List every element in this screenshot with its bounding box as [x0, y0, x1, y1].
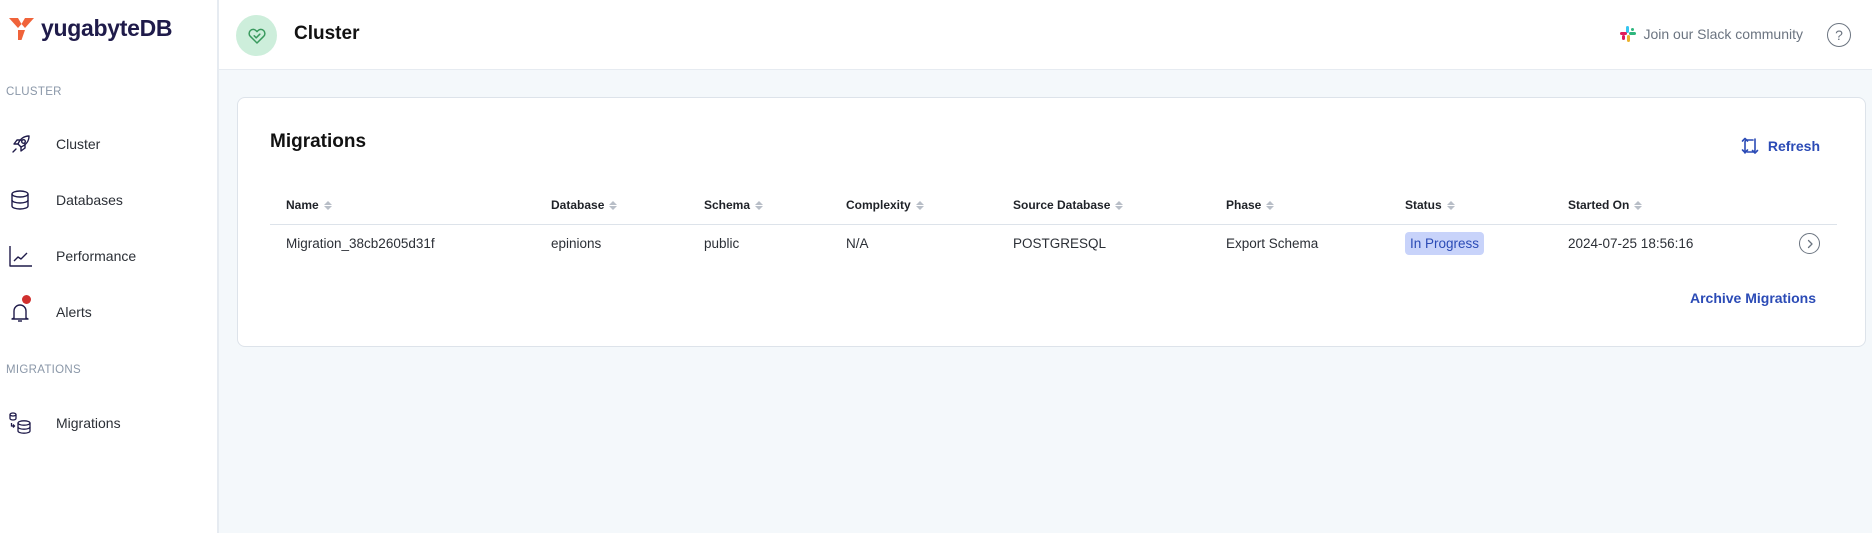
- column-label: Phase: [1226, 198, 1262, 212]
- column-header-database[interactable]: Database: [551, 198, 618, 212]
- sidebar-item-alerts[interactable]: Alerts: [0, 292, 217, 332]
- sort-icon: [1634, 200, 1643, 210]
- cell-database: epinions: [551, 236, 602, 251]
- column-header-phase[interactable]: Phase: [1226, 198, 1275, 212]
- slack-icon: [1620, 26, 1637, 42]
- sidebar-item-cluster[interactable]: Cluster: [0, 124, 217, 164]
- sort-icon: [323, 200, 332, 210]
- sort-icon: [1266, 200, 1275, 210]
- cell-complexity: N/A: [846, 236, 869, 251]
- slack-community-link[interactable]: Join our Slack community: [1620, 26, 1803, 42]
- yugabyte-logo-icon: [9, 17, 34, 40]
- column-header-source-database[interactable]: Source Database: [1013, 198, 1124, 212]
- sidebar-item-label: Alerts: [56, 304, 92, 320]
- column-header-started-on[interactable]: Started On: [1568, 198, 1643, 212]
- cell-schema: public: [704, 236, 740, 251]
- refresh-icon: [1741, 137, 1759, 154]
- cluster-health-badge: [236, 15, 277, 56]
- bell-icon: [11, 304, 29, 322]
- migration-icon: [9, 412, 31, 434]
- refresh-button[interactable]: Refresh: [1740, 136, 1820, 156]
- refresh-label: Refresh: [1767, 138, 1820, 154]
- column-header-schema[interactable]: Schema: [704, 198, 764, 212]
- column-header-complexity[interactable]: Complexity: [846, 198, 924, 212]
- database-icon: [11, 190, 29, 210]
- sidebar-item-databases[interactable]: Databases: [0, 180, 217, 220]
- sort-icon: [755, 200, 764, 210]
- column-header-status[interactable]: Status: [1405, 198, 1455, 212]
- card-title: Migrations: [270, 131, 367, 152]
- help-button[interactable]: ?: [1827, 23, 1851, 47]
- column-label: Complexity: [846, 198, 911, 212]
- table-row[interactable]: Migration_38cb2605d31f epinions public N…: [270, 225, 1837, 265]
- migrations-card: Migrations Refresh Name Database Schema …: [237, 97, 1866, 347]
- column-label: Schema: [704, 198, 751, 212]
- sidebar-item-migrations[interactable]: Migrations: [0, 403, 217, 443]
- notification-dot: [22, 295, 31, 304]
- column-header-name[interactable]: Name: [286, 198, 332, 212]
- cell-name: Migration_38cb2605d31f: [286, 236, 435, 251]
- cell-phase: Export Schema: [1226, 236, 1319, 251]
- column-label: Name: [286, 198, 319, 212]
- sort-icon: [609, 200, 618, 210]
- rocket-icon: [12, 135, 30, 153]
- logo[interactable]: yugabyteDB: [9, 15, 173, 42]
- cell-started-on: 2024-07-25 18:56:16: [1568, 236, 1694, 251]
- sidebar-item-label: Migrations: [56, 415, 121, 431]
- brand-name: yugabyteDB: [41, 15, 173, 41]
- section-label-cluster: CLUSTER: [6, 86, 62, 98]
- chevron-right-icon: [1807, 239, 1813, 248]
- row-details-button[interactable]: [1799, 233, 1820, 254]
- slack-link-label: Join our Slack community: [1643, 26, 1803, 42]
- help-icon: ?: [1835, 27, 1843, 43]
- section-label-migrations: MIGRATIONS: [6, 364, 81, 376]
- sort-icon: [915, 200, 924, 210]
- sidebar-item-label: Performance: [56, 248, 137, 264]
- archive-migrations-link[interactable]: Archive Migrations: [1690, 290, 1816, 306]
- heart-check-icon: [247, 28, 266, 44]
- column-label: Database: [551, 198, 605, 212]
- column-label: Started On: [1568, 198, 1630, 212]
- sort-icon: [1115, 200, 1124, 210]
- sidebar: yugabyteDB CLUSTER Cluster Databases Per…: [0, 0, 219, 533]
- status-badge: In Progress: [1405, 232, 1485, 255]
- sidebar-item-performance[interactable]: Performance: [0, 236, 217, 276]
- table-header: Name Database Schema Complexity Source D…: [270, 188, 1837, 225]
- column-label: Source Database: [1013, 198, 1111, 212]
- migrations-table: Name Database Schema Complexity Source D…: [270, 188, 1837, 265]
- page-title: Cluster: [294, 23, 360, 44]
- column-label: Status: [1405, 198, 1442, 212]
- sidebar-item-label: Databases: [56, 192, 123, 208]
- chart-line-icon: [9, 246, 32, 267]
- top-header: Cluster Join our Slack community ?: [219, 0, 1872, 70]
- sidebar-item-label: Cluster: [56, 136, 101, 152]
- sort-icon: [1446, 200, 1455, 210]
- cell-source-database: POSTGRESQL: [1013, 236, 1107, 251]
